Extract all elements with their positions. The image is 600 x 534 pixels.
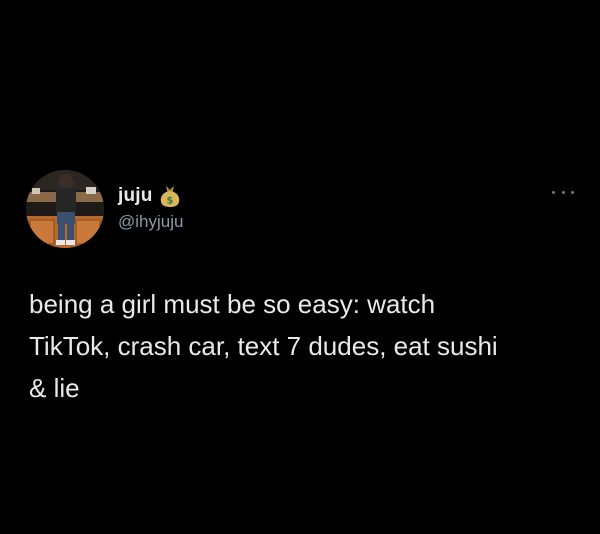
- dot: [552, 190, 555, 194]
- tweet-text-line-3: & lie: [29, 373, 80, 403]
- money-bag-icon: $: [159, 184, 181, 208]
- author-name-row: juju $: [118, 184, 181, 208]
- avatar-photo: [26, 170, 104, 248]
- dot: [561, 190, 565, 194]
- display-name[interactable]: juju: [118, 185, 153, 207]
- tweet-text-line-2: TikTok, crash car, text 7 dudes, eat sus…: [29, 331, 498, 361]
- tweet-text-line-1: being a girl must be so easy: watch: [29, 289, 436, 319]
- author-handle[interactable]: @ihyjuju: [118, 212, 183, 232]
- dot: [571, 190, 574, 194]
- svg-text:$: $: [166, 196, 173, 207]
- tweet-card: juju $ @ihyjuju being a girl must be so …: [0, 0, 600, 534]
- avatar[interactable]: [26, 170, 104, 248]
- tweet-text: being a girl must be so easy: watch TikTo…: [29, 283, 589, 409]
- more-options-icon[interactable]: [552, 186, 574, 198]
